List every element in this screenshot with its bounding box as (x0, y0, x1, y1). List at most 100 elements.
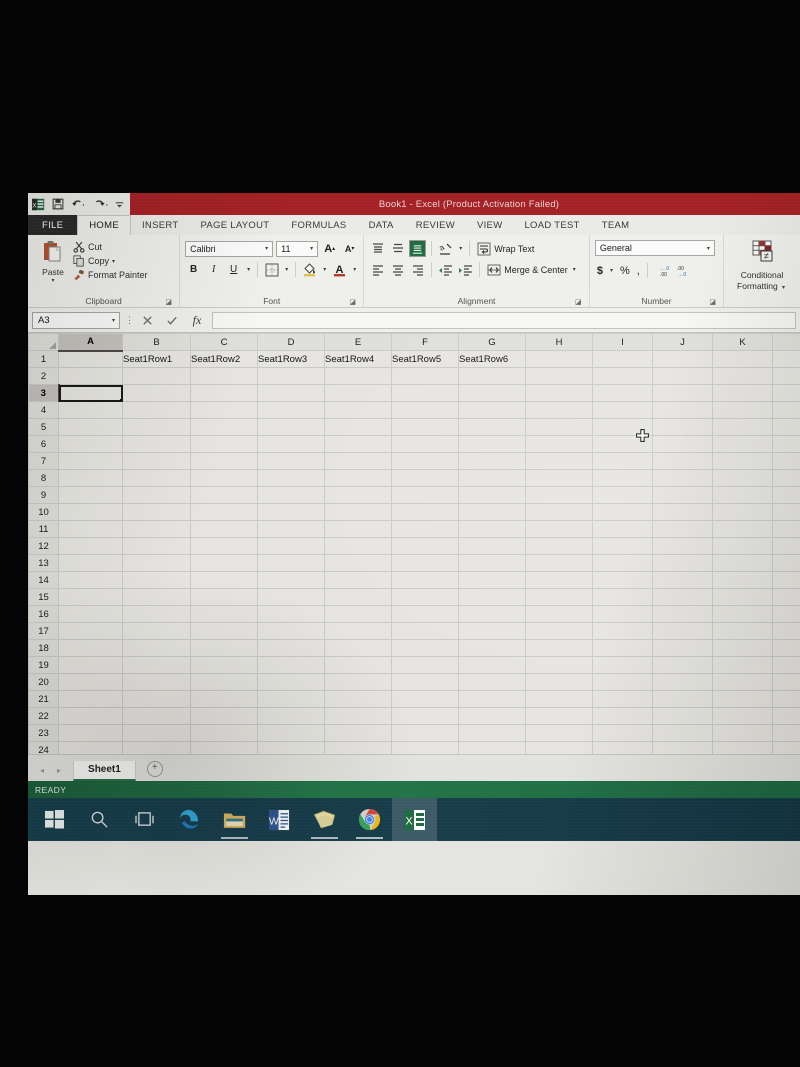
cell-g21[interactable] (459, 691, 526, 708)
cell-b21[interactable] (123, 691, 191, 708)
cell-i12[interactable] (593, 538, 653, 555)
increase-indent-button[interactable] (457, 261, 474, 278)
previous-sheet-icon[interactable]: ◂ (40, 766, 44, 775)
cell-a19[interactable] (59, 657, 123, 674)
cell-l18[interactable] (773, 640, 800, 657)
cell-a9[interactable] (59, 487, 123, 504)
cell-b20[interactable] (123, 674, 191, 691)
cell-j19[interactable] (653, 657, 713, 674)
cell-l8[interactable] (773, 470, 800, 487)
cell-j6[interactable] (653, 436, 713, 453)
column-header-f[interactable]: F (392, 334, 459, 351)
cell-e14[interactable] (325, 572, 392, 589)
cell-j16[interactable] (653, 606, 713, 623)
cell-j1[interactable] (653, 351, 713, 368)
row-header-22[interactable]: 22 (29, 708, 59, 725)
cell-f18[interactable] (392, 640, 459, 657)
cell-e1[interactable]: Seat1Row4 (325, 351, 392, 368)
next-sheet-icon[interactable]: ▸ (57, 766, 61, 775)
row-header-15[interactable]: 15 (29, 589, 59, 606)
cell-j11[interactable] (653, 521, 713, 538)
cell-c9[interactable] (191, 487, 258, 504)
cell-h5[interactable] (526, 419, 593, 436)
cell-h11[interactable] (526, 521, 593, 538)
cell-c15[interactable] (191, 589, 258, 606)
cell-j5[interactable] (653, 419, 713, 436)
tab-data[interactable]: DATA (358, 215, 405, 235)
cell-d1[interactable]: Seat1Row3 (258, 351, 325, 368)
font-color-button[interactable]: A (331, 261, 348, 278)
cell-j24[interactable] (653, 742, 713, 755)
cell-c4[interactable] (191, 402, 258, 419)
copy-button[interactable]: Copy ▾ (73, 255, 148, 267)
cell-e12[interactable] (325, 538, 392, 555)
cell-j22[interactable] (653, 708, 713, 725)
cell-i18[interactable] (593, 640, 653, 657)
cell-l12[interactable] (773, 538, 800, 555)
cell-l16[interactable] (773, 606, 800, 623)
cell-c14[interactable] (191, 572, 258, 589)
cell-e6[interactable] (325, 436, 392, 453)
cell-d18[interactable] (258, 640, 325, 657)
cell-d4[interactable] (258, 402, 325, 419)
cell-e18[interactable] (325, 640, 392, 657)
column-header-k[interactable]: K (713, 334, 773, 351)
word-icon[interactable]: W (257, 798, 302, 841)
column-header-e[interactable]: E (325, 334, 392, 351)
cell-f1[interactable]: Seat1Row5 (392, 351, 459, 368)
tab-page-layout[interactable]: PAGE LAYOUT (189, 215, 280, 235)
cell-i7[interactable] (593, 453, 653, 470)
cell-h13[interactable] (526, 555, 593, 572)
column-header-h[interactable]: H (526, 334, 593, 351)
cell-a6[interactable] (59, 436, 123, 453)
cell-e13[interactable] (325, 555, 392, 572)
cell-g8[interactable] (459, 470, 526, 487)
cell-a15[interactable] (59, 589, 123, 606)
cell-j3[interactable] (653, 385, 713, 402)
cell-d14[interactable] (258, 572, 325, 589)
cell-j23[interactable] (653, 725, 713, 742)
cell-h15[interactable] (526, 589, 593, 606)
column-header-l[interactable]: L (773, 334, 800, 351)
row-header-1[interactable]: 1 (29, 351, 59, 368)
column-header-d[interactable]: D (258, 334, 325, 351)
cell-g22[interactable] (459, 708, 526, 725)
conditional-formatting-label-line2[interactable]: Formatting ▾ (737, 281, 787, 294)
cell-j18[interactable] (653, 640, 713, 657)
cell-g3[interactable] (459, 385, 526, 402)
cell-b3[interactable] (123, 385, 191, 402)
cell-l17[interactable] (773, 623, 800, 640)
cell-d2[interactable] (258, 368, 325, 385)
cell-h9[interactable] (526, 487, 593, 504)
cell-l19[interactable] (773, 657, 800, 674)
cell-i4[interactable] (593, 402, 653, 419)
cell-e5[interactable] (325, 419, 392, 436)
sticky-notes-icon[interactable] (302, 798, 347, 841)
cell-l11[interactable] (773, 521, 800, 538)
cell-k8[interactable] (713, 470, 773, 487)
cell-e4[interactable] (325, 402, 392, 419)
cell-d9[interactable] (258, 487, 325, 504)
row-header-24[interactable]: 24 (29, 742, 59, 755)
alignment-dialog-launcher[interactable]: ◪ (575, 299, 582, 306)
cell-l10[interactable] (773, 504, 800, 521)
cell-k15[interactable] (713, 589, 773, 606)
cell-h18[interactable] (526, 640, 593, 657)
cell-k7[interactable] (713, 453, 773, 470)
orientation-button[interactable]: a (437, 240, 454, 257)
row-header-21[interactable]: 21 (29, 691, 59, 708)
cell-i3[interactable] (593, 385, 653, 402)
tab-view[interactable]: VIEW (466, 215, 513, 235)
cell-k14[interactable] (713, 572, 773, 589)
cell-f23[interactable] (392, 725, 459, 742)
cell-d7[interactable] (258, 453, 325, 470)
cell-h21[interactable] (526, 691, 593, 708)
cell-e7[interactable] (325, 453, 392, 470)
cell-k2[interactable] (713, 368, 773, 385)
cell-f5[interactable] (392, 419, 459, 436)
cell-l6[interactable] (773, 436, 800, 453)
cell-g4[interactable] (459, 402, 526, 419)
cell-d8[interactable] (258, 470, 325, 487)
cell-b23[interactable] (123, 725, 191, 742)
paste-caret-icon[interactable]: ▾ (51, 277, 54, 284)
